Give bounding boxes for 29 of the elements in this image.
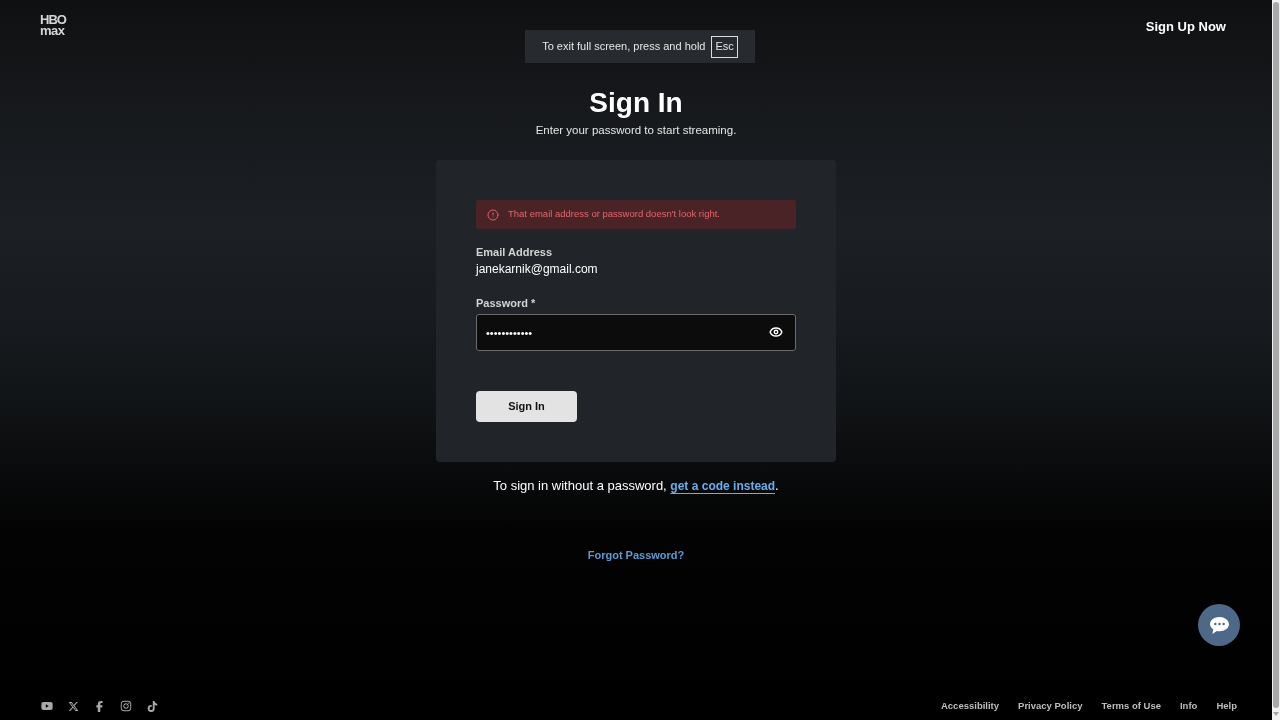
password-label: Password * — [476, 296, 537, 310]
eye-icon[interactable] — [769, 325, 783, 339]
sign-up-link[interactable]: Sign Up Now — [1145, 19, 1226, 35]
footer-link[interactable]: Info — [1180, 699, 1198, 713]
error-message: That email address or password doesn't look right. — [508, 207, 720, 222]
password-field[interactable]: •••••••••••• — [476, 314, 796, 351]
email-value: janekarnik@gmail.com — [476, 261, 599, 277]
alert-icon — [487, 208, 499, 221]
notice-text: To exit full screen, press and hold — [542, 39, 706, 55]
chat-bubble-icon — [1209, 616, 1229, 634]
tiktok-icon[interactable] — [147, 700, 158, 712]
facebook-icon[interactable] — [94, 700, 105, 712]
esc-key: Esc — [711, 35, 738, 58]
footer-link[interactable]: Accessibility — [940, 699, 1000, 713]
forgot-password-link[interactable]: Forgot Password? — [587, 548, 685, 562]
code-sign-in-prompt: To sign in without a password, get a code instead. — [493, 477, 779, 495]
footer-link[interactable]: Terms of Use — [1101, 699, 1161, 713]
logo[interactable]: HBO max — [40, 14, 66, 36]
page-subtitle: Enter your password to start streaming. — [535, 123, 737, 138]
footer-link[interactable]: Privacy Policy — [1018, 699, 1083, 713]
email-label: Email Address — [476, 245, 553, 259]
scrollbar[interactable] — [1272, 0, 1280, 720]
x-icon[interactable] — [68, 700, 79, 712]
instagram-icon[interactable] — [120, 700, 132, 712]
sign-in-button[interactable]: Sign In — [476, 391, 577, 422]
page-title: Sign In — [589, 86, 683, 120]
footer-link[interactable]: Help — [1216, 699, 1237, 713]
youtube-icon[interactable] — [41, 700, 53, 712]
chat-button[interactable] — [1198, 604, 1240, 646]
